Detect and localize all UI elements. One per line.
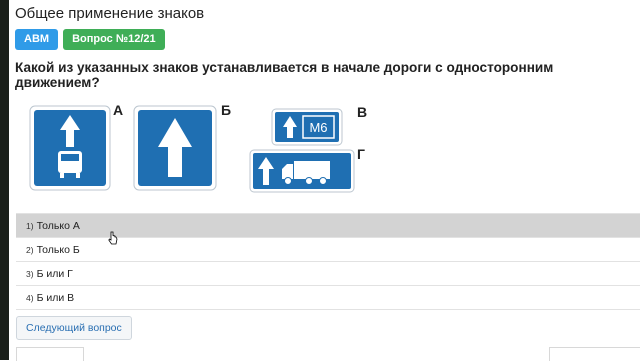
sign-v-label: В (357, 104, 368, 120)
answer-option-3[interactable]: 3) Б или Г (16, 261, 640, 285)
sign-b-icon (133, 105, 217, 191)
next-question-button[interactable]: Следующий вопрос (16, 316, 132, 340)
answer-number: 4) (26, 292, 34, 303)
answer-text: Б или В (36, 291, 75, 304)
badges: ABM Вопрос №12/21 (15, 29, 165, 50)
sign-a-label: А (113, 102, 124, 118)
answer-option-4[interactable]: 4) Б или В (16, 285, 640, 310)
answer-number: 2) (26, 244, 34, 255)
question-page: Общее применение знаков ABM Вопрос №12/2… (9, 0, 640, 361)
answer-text: Б или Г (36, 267, 73, 280)
answer-text: Только А (36, 219, 80, 232)
answer-text: Только Б (36, 243, 80, 256)
bottom-left-fragment (16, 347, 84, 361)
sign-g-label: Г (357, 146, 365, 162)
signs-image: А Б М6 В Г (21, 100, 381, 200)
left-edge-strip (0, 0, 9, 360)
answer-number: 3) (26, 268, 34, 279)
mouse-pointer-icon (108, 231, 118, 245)
answer-number: 1) (26, 220, 34, 231)
bottom-right-fragment (549, 347, 640, 361)
sign-g-icon (249, 149, 355, 193)
question-text: Какой из указанных знаков устанавливаетс… (15, 60, 554, 90)
sign-a-icon (29, 105, 111, 191)
category-badge: ABM (15, 29, 59, 50)
sign-v-icon: М6 (271, 108, 343, 146)
question-number-badge: Вопрос №12/21 (63, 29, 165, 50)
route-number: М6 (309, 120, 327, 135)
section-title: Общее применение знаков (15, 5, 205, 22)
sign-b-label: Б (221, 102, 232, 118)
answers-list: 1) Только А 2) Только Б 3) Б или Г 4) Б … (16, 213, 640, 310)
